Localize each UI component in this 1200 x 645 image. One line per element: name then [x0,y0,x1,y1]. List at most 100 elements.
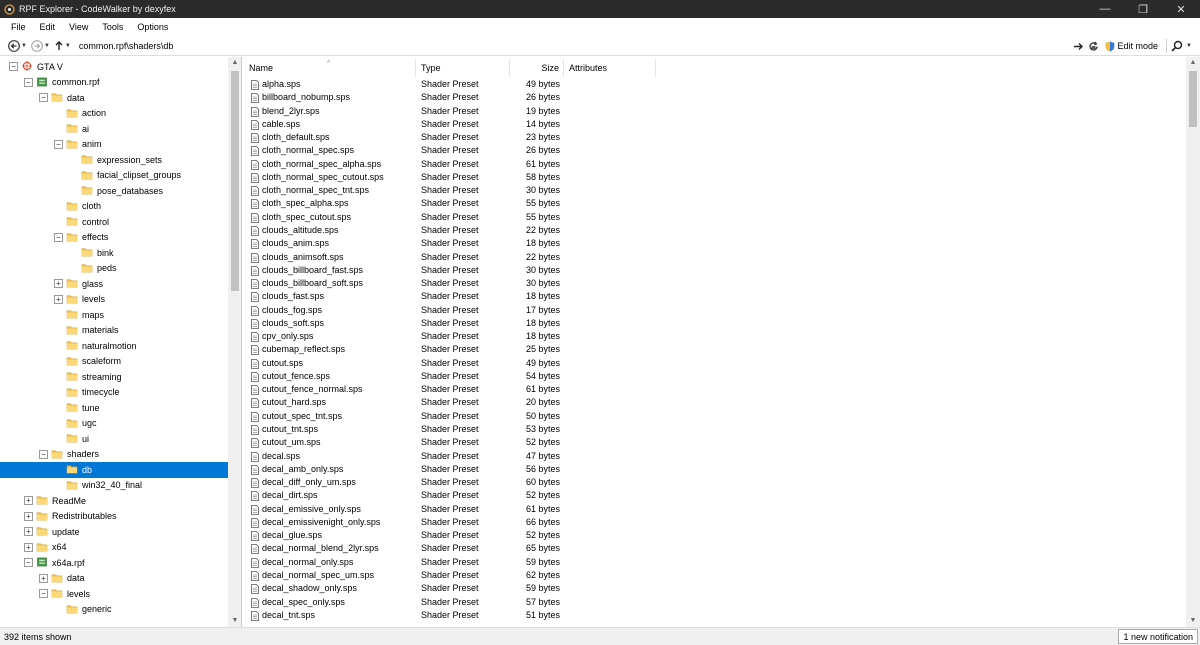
file-row[interactable]: decal_emissivenight_only.sps Shader Prese… [244,516,1184,529]
column-header-type[interactable]: Type [416,59,510,77]
expand-icon[interactable]: + [24,542,33,552]
list-scrollbar[interactable]: ▲ ▼ [1186,57,1200,627]
collapse-icon[interactable]: − [54,232,63,242]
file-row[interactable]: decal_diff_only_um.sps Shader Preset 60 by… [244,476,1184,489]
file-row[interactable]: cutout.sps Shader Preset 49 bytes [244,357,1184,370]
collapse-icon[interactable]: − [39,449,48,459]
expand-icon[interactable]: + [39,573,48,583]
file-row[interactable]: cloth_normal_spec_cutout.sps Shader Prese… [244,171,1184,184]
back-dropdown-icon[interactable]: ▼ [21,43,27,49]
expand-icon[interactable]: + [54,279,63,288]
tree-node[interactable]: − anim [0,137,228,153]
tree-node[interactable]: facial_clipset_groups [0,168,228,184]
tree-node[interactable]: − x64a.rpf [0,555,228,571]
tree-node[interactable]: − effects [0,230,228,246]
tree-node[interactable]: ui [0,431,228,447]
tree-node[interactable]: streaming [0,369,228,385]
list-scroll-up-icon[interactable]: ▲ [1186,57,1200,69]
collapse-icon[interactable]: − [24,77,33,87]
tree-node[interactable]: + Redistributables [0,509,228,525]
tree-scrollbar[interactable]: ▲ ▼ [228,57,241,627]
file-row[interactable]: clouds_billboard_fast.sps Shader Preset 30… [244,264,1184,277]
forward-button[interactable] [31,38,43,54]
back-button[interactable] [8,38,20,54]
file-row[interactable]: decal_dirt.sps Shader Preset 52 bytes [244,489,1184,502]
file-row[interactable]: clouds_animsoft.sps Shader Preset 22 bytes [244,251,1184,264]
menu-edit[interactable]: Edit [33,18,63,36]
tree-node[interactable]: − levels [0,586,228,602]
file-row[interactable]: cloth_spec_alpha.sps Shader Preset 55 byte… [244,197,1184,210]
tree-node[interactable]: + ReadMe [0,493,228,509]
tree-node[interactable]: + x64 [0,540,228,556]
file-row[interactable]: decal_normal_blend_2lyr.sps Shader Preset… [244,542,1184,555]
file-row[interactable]: cloth_default.sps Shader Preset 23 bytes [244,131,1184,144]
file-row[interactable]: cloth_spec_cutout.sps Shader Preset 55 byt… [244,211,1184,224]
collapse-icon[interactable]: − [39,589,48,598]
file-row[interactable]: clouds_billboard_soft.sps Shader Preset 30… [244,277,1184,290]
tree-node[interactable]: bink [0,245,228,261]
refresh-button[interactable] [1088,38,1099,54]
tree-node[interactable]: − GTA V [0,59,228,75]
file-row[interactable]: cloth_normal_spec_tnt.sps Shader Preset 30… [244,184,1184,197]
tree-node[interactable]: generic [0,602,228,618]
tree-node[interactable]: ai [0,121,228,137]
column-header-attributes[interactable]: Attributes [564,59,656,77]
tree-node[interactable]: cloth [0,199,228,215]
forward-dropdown-icon[interactable]: ▼ [44,43,50,49]
up-dropdown-icon[interactable]: ▼ [65,43,71,49]
menu-file[interactable]: File [4,18,33,36]
close-button[interactable]: ✕ [1162,0,1200,18]
file-row[interactable]: cable.sps Shader Preset 14 bytes [244,118,1184,131]
file-row[interactable]: decal_shadow_only.sps Shader Preset 59 byt… [244,582,1184,595]
file-row[interactable]: alpha.sps Shader Preset 49 bytes [244,78,1184,91]
tree-node[interactable]: − common.rpf [0,75,228,91]
up-button[interactable] [54,38,64,54]
tree-node[interactable]: ugc [0,416,228,432]
tree-node[interactable]: action [0,106,228,122]
tree-scroll-thumb[interactable] [231,71,239,291]
file-list[interactable]: Name ^ Type Size Attributes alpha.sps Sha… [244,57,1200,627]
tree-node[interactable]: timecycle [0,385,228,401]
tree-node[interactable]: pose_databases [0,183,228,199]
file-row[interactable]: cutout_hard.sps Shader Preset 20 bytes [244,396,1184,409]
tree-node[interactable]: scaleform [0,354,228,370]
file-row[interactable]: decal_emissive_only.sps Shader Preset 61 b… [244,503,1184,516]
tree-node[interactable]: − data [0,90,228,106]
file-row[interactable]: cubemap_reflect.sps Shader Preset 25 bytes [244,343,1184,356]
go-button[interactable] [1073,38,1084,54]
file-row[interactable]: cpv_only.sps Shader Preset 18 bytes [244,330,1184,343]
tree-node[interactable]: + levels [0,292,228,308]
minimize-button[interactable]: — [1086,0,1124,18]
file-row[interactable]: cutout_um.sps Shader Preset 52 bytes [244,436,1184,449]
file-row[interactable]: cutout_tnt.sps Shader Preset 53 bytes [244,423,1184,436]
tree-node[interactable]: + data [0,571,228,587]
search-dropdown-icon[interactable]: ▼ [1186,43,1192,49]
scroll-down-icon[interactable]: ▼ [228,615,241,627]
tree-node[interactable]: maps [0,307,228,323]
tree-node[interactable]: control [0,214,228,230]
collapse-icon[interactable]: − [24,558,33,567]
column-header-size[interactable]: Size [510,59,564,77]
file-row[interactable]: decal_glue.sps Shader Preset 52 bytes [244,529,1184,542]
edit-mode-button[interactable]: Edit mode [1105,39,1168,53]
file-row[interactable]: cloth_normal_spec.sps Shader Preset 26 byt… [244,144,1184,157]
file-row[interactable]: clouds_altitude.sps Shader Preset 22 bytes [244,224,1184,237]
path-breadcrumb[interactable]: common.rpf\shaders\db [79,41,174,51]
file-row[interactable]: blend_2lyr.sps Shader Preset 19 bytes [244,105,1184,118]
tree-node[interactable]: peds [0,261,228,277]
file-row[interactable]: decal_normal_only.sps Shader Preset 59 byt… [244,556,1184,569]
tree-node[interactable]: naturalmotion [0,338,228,354]
collapse-icon[interactable]: − [9,62,18,71]
tree-node[interactable]: materials [0,323,228,339]
expand-icon[interactable]: + [24,511,33,521]
column-header-name[interactable]: Name ^ [244,59,416,77]
tree-node[interactable]: tune [0,400,228,416]
menu-options[interactable]: Options [130,18,175,36]
file-row[interactable]: clouds_soft.sps Shader Preset 18 bytes [244,317,1184,330]
file-row[interactable]: clouds_fog.sps Shader Preset 17 bytes [244,304,1184,317]
file-row[interactable]: cutout_spec_tnt.sps Shader Preset 50 bytes [244,410,1184,423]
notification-button[interactable]: 1 new notification [1118,629,1198,644]
folder-tree[interactable]: − GTA V − common.rpf − data action ai − anim expre… [0,57,242,627]
list-scroll-thumb[interactable] [1189,71,1197,127]
tree-node[interactable]: win32_40_final [0,478,228,494]
